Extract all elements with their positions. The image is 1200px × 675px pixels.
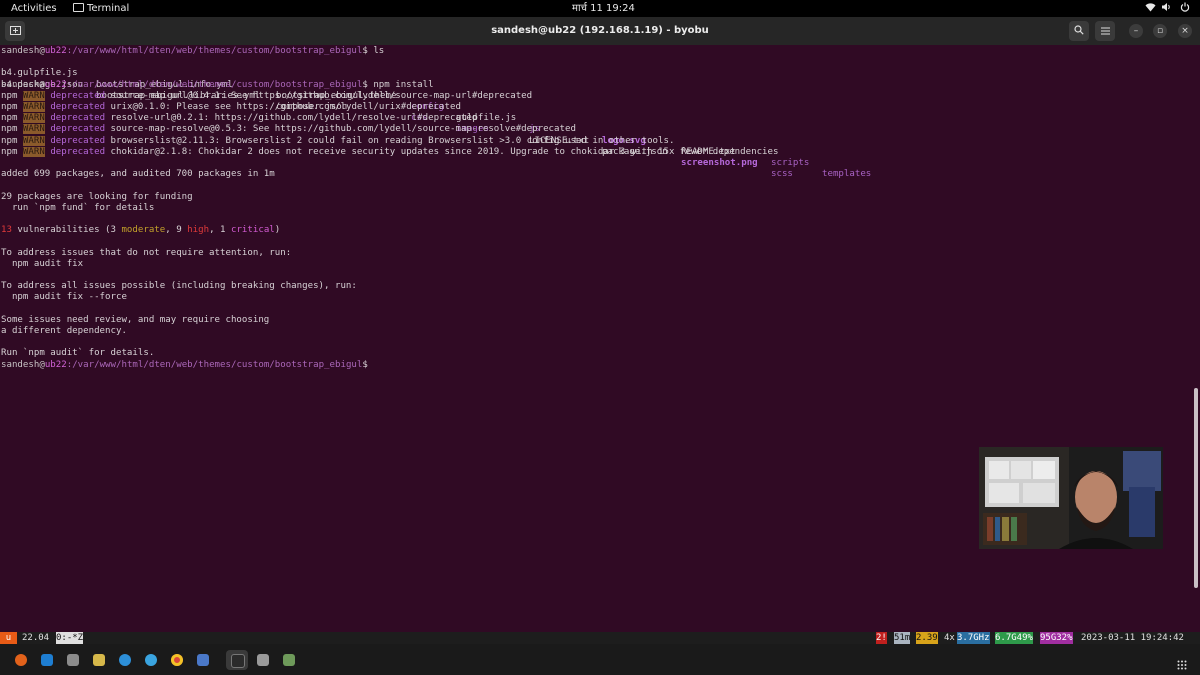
activities-button[interactable]: Activities [11,0,57,17]
byobu-status-bar: u 22.04 0:-*Z 2! 51m 2.39 4x 3.7GHz 6.7G… [0,632,1200,644]
npm-warning-line: npm WARN deprecated source-map-url@0.4.1… [1,90,533,101]
updates-badge: 2! [876,632,887,644]
telegram-icon[interactable] [145,654,157,666]
window-title: sandesh@ub22 (192.168.1.19) - byobu [491,25,709,36]
disk-badge: 95G32% [1040,632,1073,644]
minimize-icon: – [1133,26,1139,36]
menu-button[interactable] [1095,21,1115,41]
window-title-bar: sandesh@ub22 (192.168.1.19) - byobu – ▫ … [0,17,1200,45]
memory-badge: 6.7G49% [995,632,1033,644]
audit-fix-command: npm audit fix [1,258,84,269]
audit-details-hint: Run `npm audit` for details. [1,348,155,359]
audit-fix-notice: To address issues that do not require at… [1,247,292,258]
npm-warning-line: npm WARN deprecated chokidar@2.1.8: Chok… [1,146,779,157]
firefox-icon[interactable] [15,654,27,666]
help-icon[interactable] [119,654,131,666]
npm-warning-line: npm WARN deprecated urix@0.1.0: Please s… [1,102,461,112]
ubuntu-badge: u [0,632,17,644]
prompt-line: sandesh@ub22:/var/www/html/dten/web/them… [1,79,434,90]
review-notice-cont: a different dependency. [1,326,127,336]
uptime-badge: 51m [894,632,911,644]
npm-warning-line: npm WARN deprecated resolve-url@0.2.1: h… [1,113,478,124]
power-icon[interactable] [1180,0,1190,17]
funding-hint: run `npm fund` for details [1,202,155,213]
terminal-app-menu[interactable]: Terminal [73,0,129,17]
npm-warning-line: npm WARN deprecated source-map-resolve@0… [1,124,576,135]
app-icon[interactable] [93,654,105,666]
ubuntu-version: 22.04 [22,633,50,643]
vulnerabilities-summary: 13 vulnerabilities (3 moderate, 9 high, … [1,225,281,236]
files-icon[interactable] [67,654,79,666]
ls-output-row: b4.gulpfile.js bootstrap_ebigul.info.yml… [1,68,872,180]
minimize-button[interactable]: – [1129,24,1143,38]
terminal-app-icon [73,3,84,12]
cpu-count: 4x [944,633,955,643]
clock[interactable]: मार्च 11 19:24 [572,0,635,17]
close-icon: × [1181,26,1189,36]
ls-output-row: b4.package.json bootstrap_ebigul.librari… [1,79,793,180]
maximize-button[interactable]: ▫ [1153,24,1167,38]
hamburger-icon [1100,27,1110,35]
webcam-video [979,447,1163,549]
maximize-icon: ▫ [1156,26,1164,36]
terminal-scrollbar[interactable] [1194,388,1198,588]
trash-icon[interactable] [257,654,269,666]
search-button[interactable] [1069,21,1089,41]
funding-notice: 29 packages are looking for funding [1,191,193,202]
system-top-bar: Activities Terminal मार्च 11 19:24 [0,0,1200,17]
audit-force-notice: To address all issues possible (includin… [1,281,357,292]
audit-force-command: npm audit fix --force [1,292,127,303]
chrome-icon[interactable] [171,654,183,666]
prompt-line: sandesh@ub22:/var/www/html/dten/web/them… [1,46,385,56]
prompt-line[interactable]: sandesh@ub22:/var/www/html/dten/web/them… [1,360,368,371]
apps-grid-icon[interactable] [1177,655,1187,670]
cpu-freq-badge: 3.7GHz [957,632,990,644]
npm-added-summary: added 699 packages, and audited 700 pack… [1,169,275,180]
webcam-overlay [979,447,1163,549]
wifi-icon[interactable] [1145,0,1156,17]
close-button[interactable]: × [1178,24,1192,38]
status-datetime: 2023-03-11 19:24:42 [1081,633,1184,643]
load-badge: 2.39 [916,632,938,644]
terminal-icon[interactable] [231,654,245,668]
review-notice: Some issues need review, and may require… [1,314,270,325]
window-tab[interactable]: 0:-*Z [56,632,84,644]
vscode-icon[interactable] [41,654,53,666]
volume-icon[interactable] [1161,0,1172,17]
npm-warning-line: npm WARN deprecated browserslist@2.11.3:… [1,135,675,146]
search-icon [1074,25,1084,35]
recycle-icon[interactable] [283,654,295,666]
chat-icon[interactable] [197,654,209,666]
